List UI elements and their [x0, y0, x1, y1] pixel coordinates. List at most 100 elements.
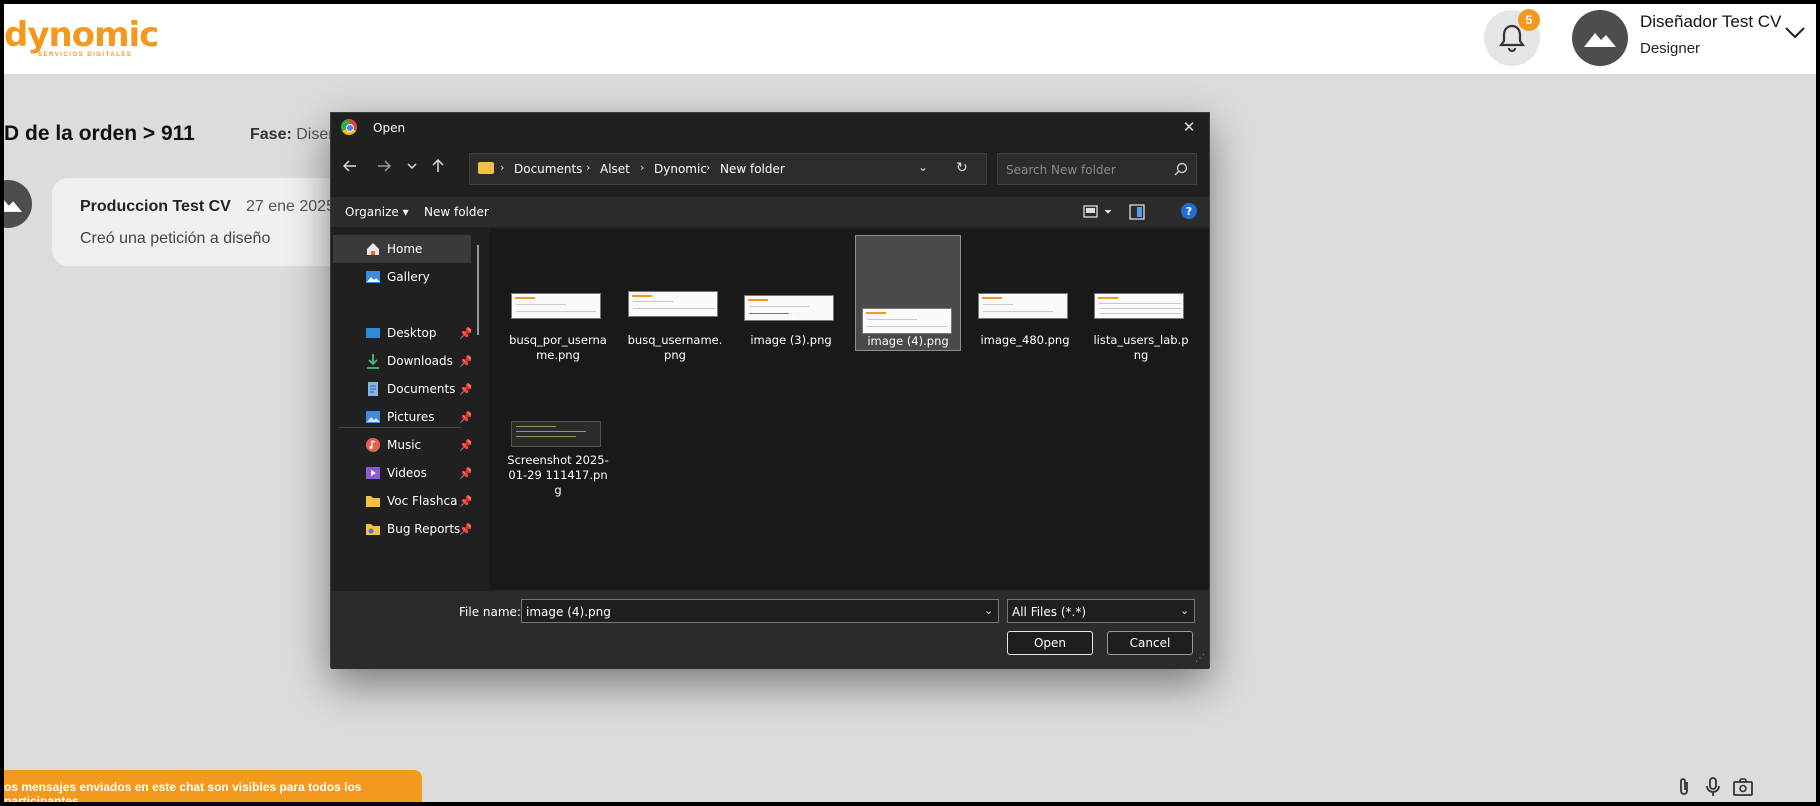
nav-item-label: Desktop: [387, 326, 437, 340]
folder-icon: [478, 162, 494, 174]
nav-item-pictures[interactable]: Pictures 📌: [333, 403, 471, 431]
file-name: Screenshot 2025-01-29 111417.png: [507, 453, 609, 497]
pin-icon: 📌: [459, 466, 471, 480]
help-icon[interactable]: ?: [1181, 203, 1197, 219]
chevron-down-icon[interactable]: ⌄: [984, 604, 993, 617]
file-item[interactable]: Screenshot 2025-01-29 111417.png: [505, 367, 611, 497]
camera-folder-icon[interactable]: [1732, 776, 1754, 802]
message-card: Produccion Test CV 27 ene 2025 Creó una …: [52, 178, 372, 266]
chat-visibility-notice: os mensajes enviados en este chat son vi…: [4, 770, 422, 802]
organize-button[interactable]: Organize ▾: [345, 205, 409, 219]
chrome-icon: [341, 119, 357, 135]
file-name: busq_username.png: [627, 333, 723, 362]
folder-icon: [366, 496, 380, 507]
user-menu-chevron-icon[interactable]: [1784, 26, 1806, 45]
view-mode-icon[interactable]: [1083, 205, 1115, 219]
documents-icon: [368, 382, 378, 396]
search-box[interactable]: Search New folder: [997, 153, 1197, 185]
file-item[interactable]: busq_por_username.png: [505, 235, 611, 362]
file-name: image (4).png: [867, 334, 949, 348]
nav-item-bug-reports[interactable]: Bug Reports 📌: [333, 515, 471, 543]
close-icon[interactable]: ✕: [1177, 117, 1201, 137]
back-arrow-icon[interactable]: [337, 153, 363, 179]
up-arrow-icon[interactable]: [425, 153, 451, 179]
gallery-icon: [366, 271, 380, 283]
nav-item-label: Pictures: [387, 410, 435, 424]
top-header: dynomic SERVICIOS DIGITALES 5 Diseñador …: [4, 4, 1816, 74]
resize-grip-icon[interactable]: ⋰: [1195, 653, 1205, 664]
address-bar[interactable]: › Documents › Alset › Dynomic › New fold…: [469, 153, 987, 185]
file-type-select[interactable]: All Files (*.*) ⌄: [1007, 599, 1195, 623]
app-window: dynomic SERVICIOS DIGITALES 5 Diseñador …: [4, 4, 1816, 802]
paperclip-icon[interactable]: [1676, 776, 1692, 802]
desktop-icon: [366, 328, 380, 338]
nav-item-label: Documents: [387, 382, 456, 396]
microphone-icon[interactable]: [1704, 776, 1722, 802]
pictures-icon: [366, 411, 380, 423]
file-name: busq_por_username.png: [509, 333, 607, 362]
nav-item-desktop[interactable]: Desktop 📌: [333, 319, 471, 347]
bug-report-icon: [366, 524, 380, 535]
breadcrumb-separator-icon: ›: [586, 161, 591, 174]
notification-count-badge: 5: [1518, 9, 1540, 31]
cancel-button[interactable]: Cancel: [1107, 631, 1193, 655]
nav-item-label: Voc Flashcards: [387, 494, 457, 508]
nav-item-voc-flashcards[interactable]: Voc Flashcards 📌: [333, 487, 471, 515]
mountain-icon: [4, 200, 22, 212]
dialog-title: Open: [373, 121, 406, 135]
file-item[interactable]: image_480.png: [972, 235, 1078, 351]
music-icon: [366, 438, 380, 452]
pin-icon: 📌: [459, 494, 471, 508]
nav-item-home[interactable]: Home: [333, 235, 471, 263]
user-avatar[interactable]: [1572, 10, 1628, 66]
open-button[interactable]: Open: [1007, 631, 1093, 655]
recent-locations-chevron-icon[interactable]: [399, 153, 425, 179]
nav-item-gallery[interactable]: Gallery: [333, 263, 471, 291]
breadcrumb-new-folder[interactable]: New folder: [720, 162, 785, 176]
file-item[interactable]: lista_users_lab.png: [1088, 235, 1194, 362]
file-name-label: File name:: [459, 605, 521, 619]
forward-arrow-icon[interactable]: [371, 153, 397, 179]
chevron-down-icon: ⌄: [1180, 604, 1190, 617]
file-item[interactable]: busq_username.png: [622, 235, 728, 362]
breadcrumb-alset[interactable]: Alset: [600, 162, 630, 176]
logo[interactable]: dynomic SERVICIOS DIGITALES: [4, 15, 159, 62]
nav-item-videos[interactable]: Videos 📌: [333, 459, 471, 487]
nav-item-documents[interactable]: Documents 📌: [333, 375, 471, 403]
breadcrumb-separator-icon: ›: [500, 161, 505, 174]
nav-item-label: Music: [387, 438, 422, 452]
file-item-selected[interactable]: image (4).png: [855, 235, 961, 351]
new-folder-button[interactable]: New folder: [424, 205, 489, 219]
nav-item-downloads[interactable]: Downloads 📌: [333, 347, 471, 375]
file-name: lista_users_lab.png: [1093, 333, 1189, 362]
preview-pane-icon[interactable]: [1129, 204, 1145, 220]
file-thumbnail: [862, 308, 952, 334]
file-thumbnail: [744, 295, 834, 321]
address-history-chevron-icon[interactable]: ⌄: [918, 160, 928, 174]
nav-scrollbar[interactable]: [477, 245, 479, 335]
navigation-pane: Home Gallery Desktop 📌 Downloads 📌 Docum…: [331, 229, 489, 589]
nav-item-music[interactable]: Music 📌: [333, 431, 471, 459]
file-item[interactable]: image (3).png: [738, 235, 844, 351]
file-name-input[interactable]: image (4).png ⌄: [521, 599, 999, 623]
breadcrumb-documents[interactable]: Documents: [514, 162, 582, 176]
command-bar: Organize ▾ New folder ?: [331, 197, 1209, 227]
message-text: Creó una petición a diseño: [80, 230, 271, 247]
message-author: Produccion Test CV: [80, 198, 231, 215]
nav-item-label: Bug Reports: [387, 522, 461, 536]
refresh-icon[interactable]: ↻: [956, 160, 968, 176]
download-icon: [367, 354, 379, 369]
nav-item-label: Videos: [387, 466, 427, 480]
breadcrumb-separator-icon: ›: [706, 161, 711, 174]
file-list: busq_por_username.png busq_username.png …: [489, 229, 1209, 589]
phase-label: Fase:: [250, 126, 292, 143]
breadcrumb-separator-icon: ›: [640, 161, 645, 174]
file-thumbnail: [511, 293, 601, 319]
breadcrumb-dynomic[interactable]: Dynomic: [654, 162, 707, 176]
nav-item-label: Downloads: [387, 354, 453, 368]
logo-text: dynomic: [4, 15, 159, 55]
file-type-value: All Files (*.*): [1012, 605, 1087, 619]
open-file-dialog: Open ✕ › Documents › Alset › Dynomic › N…: [330, 112, 1210, 669]
user-name: Diseñador Test CV: [1640, 12, 1782, 31]
file-name: image (3).png: [750, 333, 832, 347]
